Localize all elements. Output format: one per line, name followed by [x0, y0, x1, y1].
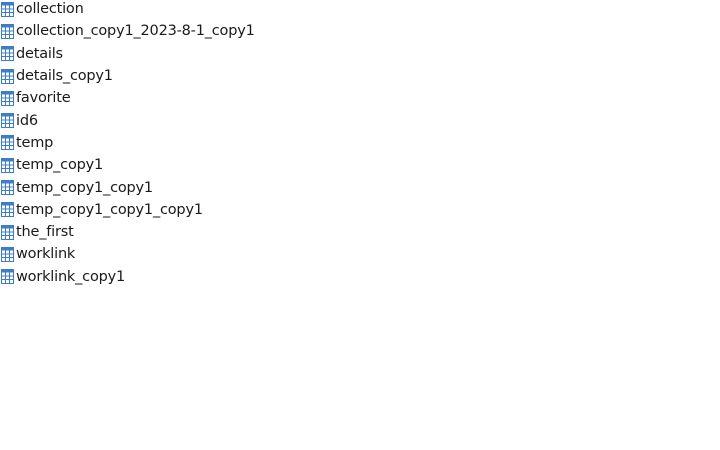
table-item-collection-copy1-2023-8-1-copy1[interactable]: collection_copy1_2023-8-1_copy1 — [0, 20, 255, 42]
table-item-label: worklink — [16, 246, 76, 263]
table-item-temp-copy1-copy1-copy1[interactable]: temp_copy1_copy1_copy1 — [0, 199, 255, 221]
table-item-temp[interactable]: temp — [0, 132, 255, 154]
table-item-details-copy1[interactable]: details_copy1 — [0, 65, 255, 87]
table-item-label: collection — [16, 1, 84, 18]
table-icon — [1, 157, 14, 173]
table-item-temp-copy1-copy1[interactable]: temp_copy1_copy1 — [0, 176, 255, 198]
table-item-details[interactable]: details — [0, 43, 255, 65]
table-item-temp-copy1[interactable]: temp_copy1 — [0, 154, 255, 176]
table-item-label: temp — [16, 134, 54, 151]
table-item-label: id6 — [16, 112, 38, 129]
table-icon — [1, 68, 14, 84]
table-item-label: worklink_copy1 — [16, 268, 126, 285]
table-item-label: temp_copy1 — [16, 157, 104, 174]
table-item-label: temp_copy1_copy1_copy1 — [16, 201, 203, 218]
table-list: collection collection_copy1_2023-8-1_cop… — [0, 0, 255, 288]
table-icon — [1, 46, 14, 62]
table-item-worklink-copy1[interactable]: worklink_copy1 — [0, 266, 255, 288]
table-item-id6[interactable]: id6 — [0, 109, 255, 131]
table-icon — [1, 246, 14, 262]
table-icon — [1, 269, 14, 285]
table-item-label: details — [16, 45, 63, 62]
table-icon — [1, 113, 14, 129]
table-icon — [1, 90, 14, 106]
table-item-label: temp_copy1_copy1 — [16, 179, 153, 196]
table-icon — [1, 135, 14, 151]
table-icon — [1, 202, 14, 218]
table-icon — [1, 224, 14, 240]
table-icon — [1, 180, 14, 196]
table-icon — [1, 23, 14, 39]
table-item-favorite[interactable]: favorite — [0, 87, 255, 109]
table-item-the-first[interactable]: the_first — [0, 221, 255, 243]
table-item-label: favorite — [16, 90, 71, 107]
table-item-label: the_first — [16, 224, 74, 241]
table-icon — [1, 1, 14, 17]
table-item-collection[interactable]: collection — [0, 0, 255, 20]
table-item-label: details_copy1 — [16, 68, 113, 85]
table-item-worklink[interactable]: worklink — [0, 243, 255, 265]
table-item-label: collection_copy1_2023-8-1_copy1 — [16, 23, 255, 40]
